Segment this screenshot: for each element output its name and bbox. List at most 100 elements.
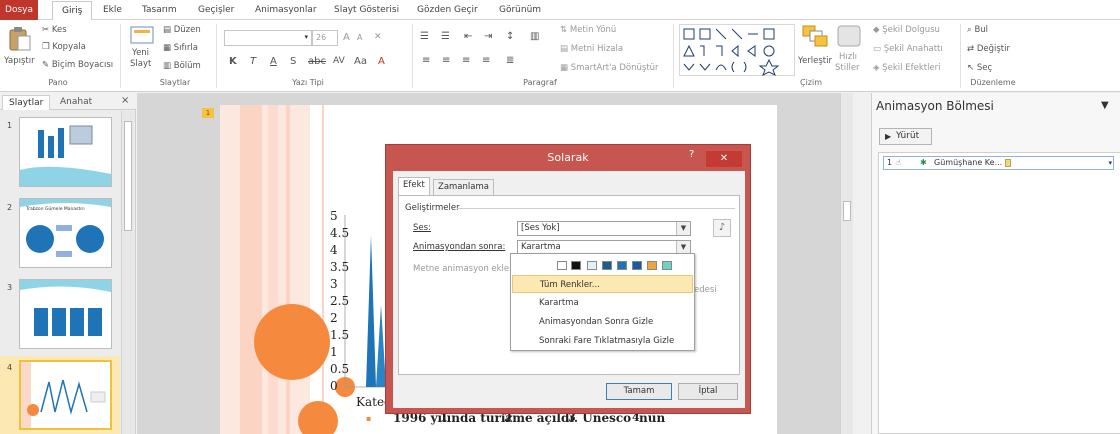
- close-pane-icon[interactable]: ×: [121, 95, 129, 106]
- swatch-teal[interactable]: [662, 261, 672, 270]
- play-button[interactable]: ▶ Yürüt: [879, 128, 932, 145]
- scrollbar-thumb[interactable]: [843, 201, 851, 221]
- dropdown-item-dim[interactable]: Karartma: [512, 294, 693, 312]
- case-icon[interactable]: Aa: [354, 56, 367, 67]
- swatch-dark-teal[interactable]: [602, 261, 612, 270]
- slide-number: 1: [7, 121, 13, 130]
- text-direction-icon: ⇅: [560, 25, 570, 35]
- brush-icon: ✎: [42, 60, 52, 70]
- tab-home[interactable]: Giriş: [52, 1, 93, 21]
- align-right-icon[interactable]: ≡: [462, 55, 470, 66]
- strikethrough-icon[interactable]: abc: [308, 56, 326, 67]
- shrink-font-icon[interactable]: A: [357, 33, 362, 42]
- clear-format-icon[interactable]: ✕: [374, 32, 382, 42]
- section-button[interactable]: ▥ Bölüm: [163, 61, 201, 71]
- swatch-light-aqua[interactable]: [587, 261, 597, 270]
- tab-outline[interactable]: Anahat: [54, 95, 98, 110]
- slide-thumbnail-2[interactable]: Trabzon Gümele Manastırı: [19, 198, 112, 268]
- tab-file[interactable]: Dosya: [0, 0, 38, 20]
- smartart-icon: ▦: [560, 63, 571, 73]
- grow-font-icon[interactable]: A: [343, 32, 350, 43]
- italic-icon[interactable]: T: [250, 56, 256, 67]
- paste-button[interactable]: Yapıştır: [4, 24, 36, 70]
- swatch-white[interactable]: [557, 261, 567, 270]
- outline-icon: ▭: [873, 44, 884, 54]
- tab-slideshow[interactable]: Slayt Gösterisi: [334, 0, 399, 20]
- quick-styles-button[interactable]: Hızlı Stiller: [833, 24, 869, 74]
- align-left-icon[interactable]: ≡: [422, 55, 430, 66]
- font-size-select[interactable]: 26: [312, 30, 338, 46]
- slide-scrollbar[interactable]: [840, 93, 853, 434]
- distribute-icon[interactable]: ≣: [506, 55, 514, 66]
- tab-design[interactable]: Tasarım: [142, 0, 177, 20]
- scrollbar-thumb[interactable]: [124, 121, 132, 231]
- font-color-icon[interactable]: A: [378, 56, 385, 67]
- dropdown-item-hide-on-click[interactable]: Sonraki Fare Tıklatmasıyla Gizle: [512, 332, 693, 350]
- tab-insert[interactable]: Ekle: [103, 0, 122, 20]
- arrange-button[interactable]: Yerleştir: [798, 24, 834, 74]
- slides-scrollbar[interactable]: [121, 111, 134, 434]
- y-tick: 4: [330, 243, 338, 257]
- sound-select[interactable]: [Ses Yok] ▼: [517, 221, 691, 236]
- bullets-icon[interactable]: ☰: [420, 31, 429, 42]
- tab-slides[interactable]: Slaytlar: [2, 95, 51, 110]
- play-icon: ▶: [885, 132, 892, 141]
- swatch-orange[interactable]: [647, 261, 657, 270]
- columns-icon[interactable]: ▥: [530, 31, 539, 42]
- cut-button[interactable]: ✂ Kes: [42, 25, 67, 35]
- shadow-icon[interactable]: S: [290, 56, 296, 67]
- replace-button[interactable]: ⇄ Değiştir: [967, 44, 1010, 54]
- line-spacing-icon[interactable]: ↕: [506, 31, 514, 42]
- speaker-icon[interactable]: ♪: [713, 219, 731, 237]
- tab-transitions[interactable]: Geçişler: [198, 0, 234, 20]
- copy-button[interactable]: ❐ Kopyala: [42, 42, 86, 52]
- section-icon: ▥: [163, 61, 174, 71]
- help-icon[interactable]: ?: [689, 149, 694, 160]
- dropdown-item-hide-after[interactable]: Animasyondan Sonra Gizle: [512, 313, 693, 331]
- shape-effects-button[interactable]: ◈ Şekil Efektleri: [873, 63, 941, 73]
- shape-fill-button[interactable]: ◆ Şekil Dolgusu: [873, 25, 940, 35]
- new-slide-button[interactable]: Yeni Slayt: [126, 24, 158, 74]
- format-painter-button[interactable]: ✎ Biçim Boyacısı: [42, 60, 113, 70]
- animation-item[interactable]: 1 ☝ ✱ Gümüşhane Ke... ▾: [883, 156, 1114, 170]
- tab-view[interactable]: Görünüm: [499, 0, 541, 20]
- underline-icon[interactable]: A: [270, 56, 277, 67]
- ok-button[interactable]: Tamam: [606, 383, 672, 400]
- ribbon: Yapıştır ✂ Kes ❐ Kopyala ✎ Biçim Boyacıs…: [0, 20, 1120, 92]
- align-center-icon[interactable]: ≡: [442, 55, 450, 66]
- quick-styles-label-2: Stiller: [835, 63, 860, 73]
- select-button[interactable]: ↖ Seç: [967, 63, 992, 73]
- smartart-button[interactable]: ▦ SmartArt'a Dönüştür: [560, 63, 659, 73]
- tab-review[interactable]: Gözden Geçir: [417, 0, 478, 20]
- dropdown-item-more-colors[interactable]: Tüm Renkler...: [512, 275, 693, 293]
- close-button[interactable]: ✕: [706, 151, 742, 167]
- reset-button[interactable]: ▦ Sıfırla: [163, 43, 198, 53]
- slide-thumbnail-3[interactable]: [19, 279, 112, 349]
- swatch-blue[interactable]: [617, 261, 627, 270]
- pane-options-icon[interactable]: ▼: [1101, 100, 1109, 111]
- text-direction-button[interactable]: ⇅ Metin Yönü: [560, 25, 616, 35]
- tab-effect[interactable]: Efekt: [398, 177, 430, 196]
- layout-button[interactable]: ▤ Düzen: [163, 25, 201, 35]
- animation-pane-title: Animasyon Bölmesi: [876, 99, 994, 113]
- swatch-black[interactable]: [571, 261, 581, 270]
- spacing-icon[interactable]: AV: [333, 56, 345, 66]
- font-name-select[interactable]: ▾: [224, 30, 312, 46]
- swatch-dark-blue[interactable]: [632, 261, 642, 270]
- slide-thumbnail-1[interactable]: [19, 117, 112, 187]
- chevron-down-icon[interactable]: ▾: [1108, 157, 1112, 169]
- numbering-icon[interactable]: ☰: [441, 31, 450, 42]
- shapes-gallery[interactable]: [679, 24, 795, 76]
- cancel-button[interactable]: İptal: [678, 383, 738, 400]
- decrease-indent-icon[interactable]: ⇤: [464, 31, 472, 42]
- increase-indent-icon[interactable]: ⇥: [484, 31, 492, 42]
- align-text-button[interactable]: ▤ Metni Hizala: [560, 44, 623, 54]
- tab-animations[interactable]: Animasyonlar: [255, 0, 317, 20]
- slide-thumbnail-4[interactable]: [19, 360, 112, 430]
- tab-timing[interactable]: Zamanlama: [433, 179, 494, 195]
- bold-icon[interactable]: K: [229, 56, 237, 67]
- animation-marker[interactable]: 1: [202, 108, 214, 118]
- shape-outline-button[interactable]: ▭ Şekil Anahattı: [873, 44, 943, 54]
- find-button[interactable]: ⌕ Bul: [967, 25, 988, 35]
- justify-icon[interactable]: ≡: [482, 55, 490, 66]
